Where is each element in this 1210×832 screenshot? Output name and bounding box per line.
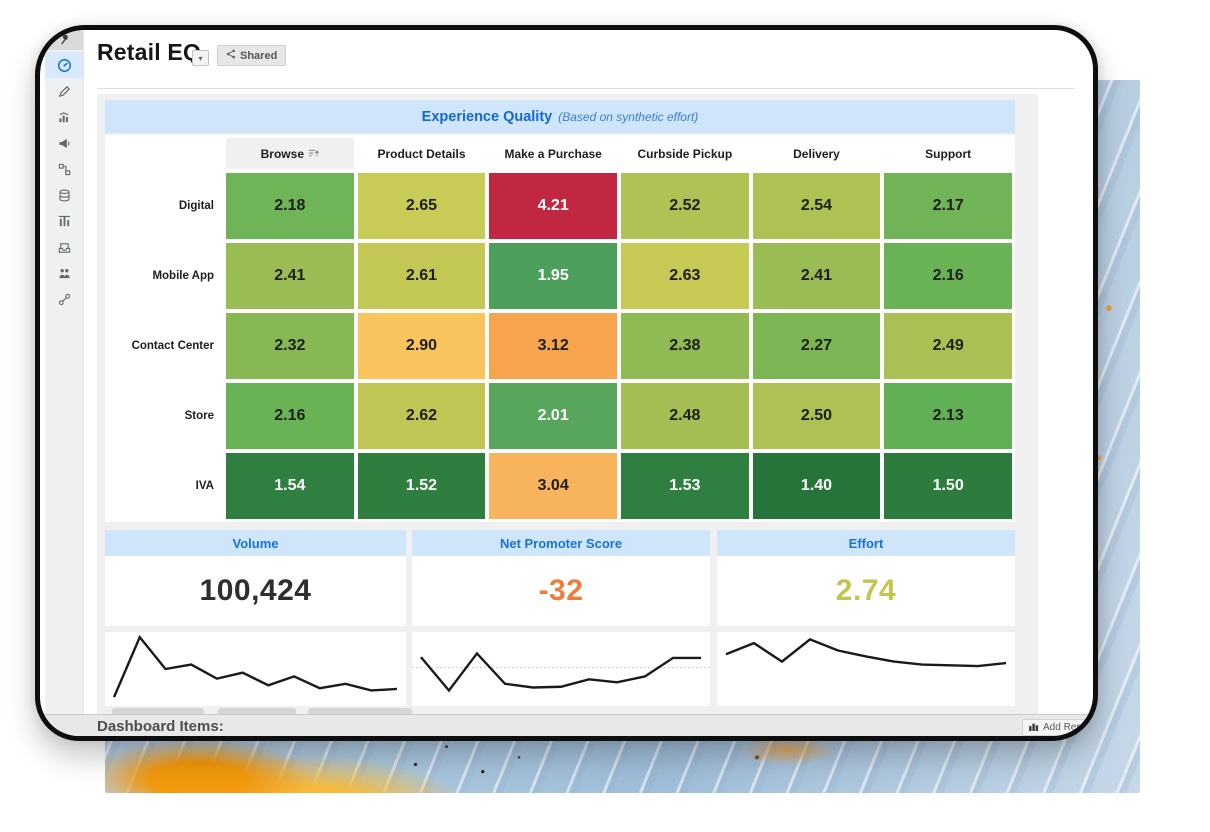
column-header-label: Curbside Pickup (637, 147, 732, 161)
heatmap-cell[interactable]: 1.53 (621, 453, 749, 519)
heatmap-cell[interactable]: 2.32 (226, 313, 354, 379)
heatmap-cell[interactable]: 2.62 (358, 383, 486, 449)
share-icon (226, 49, 236, 62)
app-window: Retail EQ ▾ Shared Experience Quality (B… (35, 25, 1098, 741)
heatmap-cell[interactable]: 2.50 (753, 383, 881, 449)
kpi-value: 2.74 (717, 556, 1015, 626)
heatmap-cell[interactable]: 2.52 (621, 173, 749, 239)
heatmap-cell[interactable]: 2.01 (489, 383, 617, 449)
heatmap-cell[interactable]: 2.38 (621, 313, 749, 379)
heatmap-cell[interactable]: 1.54 (226, 453, 354, 519)
row-label-digital: Digital (108, 173, 222, 239)
shared-button[interactable]: Shared (217, 45, 286, 66)
kpi-card-net-promoter-score: Net Promoter Score-32 (412, 530, 710, 626)
heatmap-cell[interactable]: 2.90 (358, 313, 486, 379)
experience-quality-header: Experience Quality (Based on synthetic e… (105, 100, 1015, 133)
heatmap-corner (108, 138, 222, 169)
kpi-label: Volume (105, 530, 406, 556)
kpi-value: -32 (412, 556, 710, 626)
heatmap-cell[interactable]: 2.17 (884, 173, 1012, 239)
heatmap-cell[interactable]: 2.48 (621, 383, 749, 449)
kpi-label: Net Promoter Score (412, 530, 710, 556)
inbox-tray-icon[interactable] (45, 236, 83, 258)
dashboard-gauge-icon[interactable] (45, 54, 83, 76)
row-label-mobile-app: Mobile App (108, 243, 222, 309)
kpi-label: Effort (717, 530, 1015, 556)
heatmap-cell[interactable]: 2.13 (884, 383, 1012, 449)
dashboard-canvas: Experience Quality (Based on synthetic e… (97, 94, 1038, 714)
column-header-curbside-pickup[interactable]: Curbside Pickup (621, 138, 749, 169)
heatmap-cell[interactable]: 1.95 (489, 243, 617, 309)
organization-icon[interactable] (45, 262, 83, 284)
column-header-label: Browse (261, 147, 304, 161)
page: { "window": { "title": "Retail EQ", "sha… (0, 0, 1210, 832)
heatmap-cell[interactable]: 3.12 (489, 313, 617, 379)
column-header-label: Delivery (793, 147, 840, 161)
eq-subtitle: (Based on synthetic effort) (558, 110, 698, 124)
shared-label: Shared (240, 50, 277, 62)
columns-chart-icon[interactable] (45, 210, 83, 232)
column-header-browse[interactable]: Browse (226, 138, 354, 169)
heatmap-cell[interactable]: 2.54 (753, 173, 881, 239)
heatmap-cell[interactable]: 2.61 (358, 243, 486, 309)
heatmap-cell[interactable]: 2.41 (226, 243, 354, 309)
row-label-contact-center: Contact Center (108, 313, 222, 379)
sparkline-nps (412, 632, 710, 706)
heatmap-cell[interactable]: 1.40 (753, 453, 881, 519)
report-chart-icon[interactable] (45, 106, 83, 128)
column-header-label: Product Details (377, 147, 465, 161)
heatmap-cell[interactable]: 2.18 (226, 173, 354, 239)
title-dropdown-caret[interactable]: ▾ (192, 50, 209, 66)
row-label-iva: IVA (108, 453, 222, 519)
heatmap-cell[interactable]: 2.16 (226, 383, 354, 449)
sort-icon (309, 147, 319, 161)
heatmap-cell[interactable]: 4.21 (489, 173, 617, 239)
column-header-delivery[interactable]: Delivery (753, 138, 881, 169)
heatmap-cell[interactable]: 2.65 (358, 173, 486, 239)
heatmap-cell[interactable]: 2.49 (884, 313, 1012, 379)
column-header-product-details[interactable]: Product Details (358, 138, 486, 169)
sparkline-volume (105, 632, 406, 706)
heatmap-cell[interactable]: 2.16 (884, 243, 1012, 309)
sparkline-effort (717, 632, 1015, 706)
dashboard-items-label: Dashboard Items: (97, 718, 224, 735)
page-title: Retail EQ (97, 39, 201, 66)
kpi-card-effort: Effort2.74 (717, 530, 1015, 626)
pin-icon[interactable] (45, 28, 83, 50)
column-header-support[interactable]: Support (884, 138, 1012, 169)
eq-title: Experience Quality (422, 109, 553, 125)
kpi-card-volume: Volume100,424 (105, 530, 406, 626)
heatmap-cell[interactable]: 3.04 (489, 453, 617, 519)
column-header-label: Make a Purchase (504, 147, 601, 161)
heatmap-cell[interactable]: 1.50 (884, 453, 1012, 519)
sidebar (45, 30, 84, 714)
kpi-value: 100,424 (105, 556, 406, 626)
report-chart-small-icon (1029, 722, 1039, 734)
workflow-icon[interactable] (45, 158, 83, 180)
column-header-label: Support (925, 147, 971, 161)
link-nodes-icon[interactable] (45, 288, 83, 310)
add-report-element-label: Add Report Ele (1043, 722, 1098, 733)
database-icon[interactable] (45, 184, 83, 206)
heatmap-grid: Browse Product Details Make a Purchase Curb… (105, 135, 1015, 522)
row-label-store: Store (108, 383, 222, 449)
megaphone-icon[interactable] (45, 132, 83, 154)
heatmap-cell[interactable]: 2.41 (753, 243, 881, 309)
pencil-edit-icon[interactable] (45, 80, 83, 102)
bottom-bar: Dashboard Items: Add Report Ele (40, 714, 1093, 739)
heatmap-cell[interactable]: 2.63 (621, 243, 749, 309)
heatmap-cell[interactable]: 2.27 (753, 313, 881, 379)
heatmap-cell[interactable]: 1.52 (358, 453, 486, 519)
column-header-make-a-purchase[interactable]: Make a Purchase (489, 138, 617, 169)
header-divider (97, 88, 1075, 89)
add-report-element-button[interactable]: Add Report Ele (1022, 719, 1098, 736)
